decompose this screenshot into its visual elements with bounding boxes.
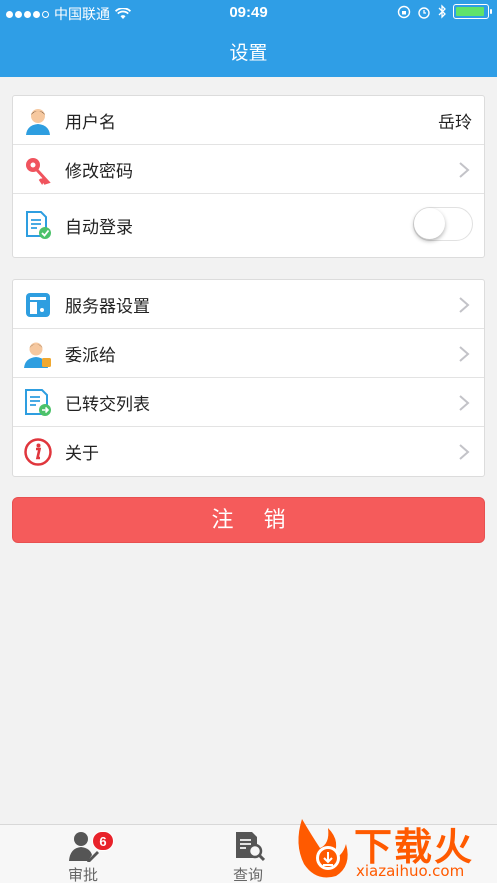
user-icon — [26, 109, 50, 135]
delegate-icon — [24, 342, 51, 368]
change-password-row[interactable]: 修改密码 — [13, 145, 484, 194]
change-password-label: 修改密码 — [65, 161, 133, 181]
info-icon — [24, 438, 52, 466]
app-settings-group: 服务器设置 委派给 已转交列表 关于 — [12, 279, 485, 477]
transfer-list-label: 已转交列表 — [65, 394, 150, 414]
rotation-lock-icon — [397, 5, 411, 18]
tab-approve-label: 审批 — [67, 867, 98, 883]
server-settings-row[interactable]: 服务器设置 — [13, 280, 484, 329]
watermark-en: xiazaihuo.com — [356, 862, 465, 880]
username-value: 岳玲 — [438, 112, 472, 132]
account-settings-group: 用户名 岳玲 修改密码 自动登录 — [12, 95, 485, 258]
alarm-icon — [418, 6, 430, 19]
key-icon — [26, 158, 51, 185]
username-row: 用户名 岳玲 — [13, 96, 484, 145]
status-bar: 中国联通 09:49 — [0, 0, 497, 26]
tab-query[interactable]: 查询 — [198, 825, 298, 883]
tab-query-label: 查询 — [232, 867, 263, 883]
auto-login-icon — [26, 211, 51, 239]
chevron-right-icon — [459, 395, 470, 411]
chevron-right-icon — [459, 162, 470, 178]
delegate-label: 委派给 — [65, 345, 116, 365]
approve-badge: 6 — [92, 831, 114, 851]
watermark-logo: 下载火 xiazaihuo.com — [292, 814, 497, 883]
about-label: 关于 — [65, 444, 99, 463]
username-label: 用户名 — [65, 112, 116, 132]
navigation-bar: 中国联通 09:49 设置 — [0, 0, 497, 77]
query-icon — [236, 832, 265, 862]
tab-approve[interactable]: 6 审批 — [33, 825, 133, 883]
page-title: 设置 — [229, 43, 268, 64]
battery-icon — [453, 4, 492, 19]
about-row[interactable]: 关于 — [13, 427, 484, 476]
chevron-right-icon — [459, 346, 470, 362]
delegate-row[interactable]: 委派给 — [13, 329, 484, 378]
server-icon — [26, 293, 50, 317]
auto-login-row: 自动登录 — [13, 194, 484, 257]
flame-icon — [298, 819, 348, 878]
toggle-knob — [414, 208, 445, 239]
logout-button[interactable]: 注 销 — [12, 497, 485, 543]
server-settings-label: 服务器设置 — [65, 296, 150, 316]
bluetooth-icon — [438, 4, 446, 19]
auto-login-label: 自动登录 — [65, 218, 133, 237]
transfer-list-icon — [25, 389, 51, 416]
chevron-right-icon — [459, 297, 470, 313]
chevron-right-icon — [459, 444, 470, 460]
auto-login-toggle[interactable] — [413, 207, 473, 241]
transfer-list-row[interactable]: 已转交列表 — [13, 378, 484, 427]
